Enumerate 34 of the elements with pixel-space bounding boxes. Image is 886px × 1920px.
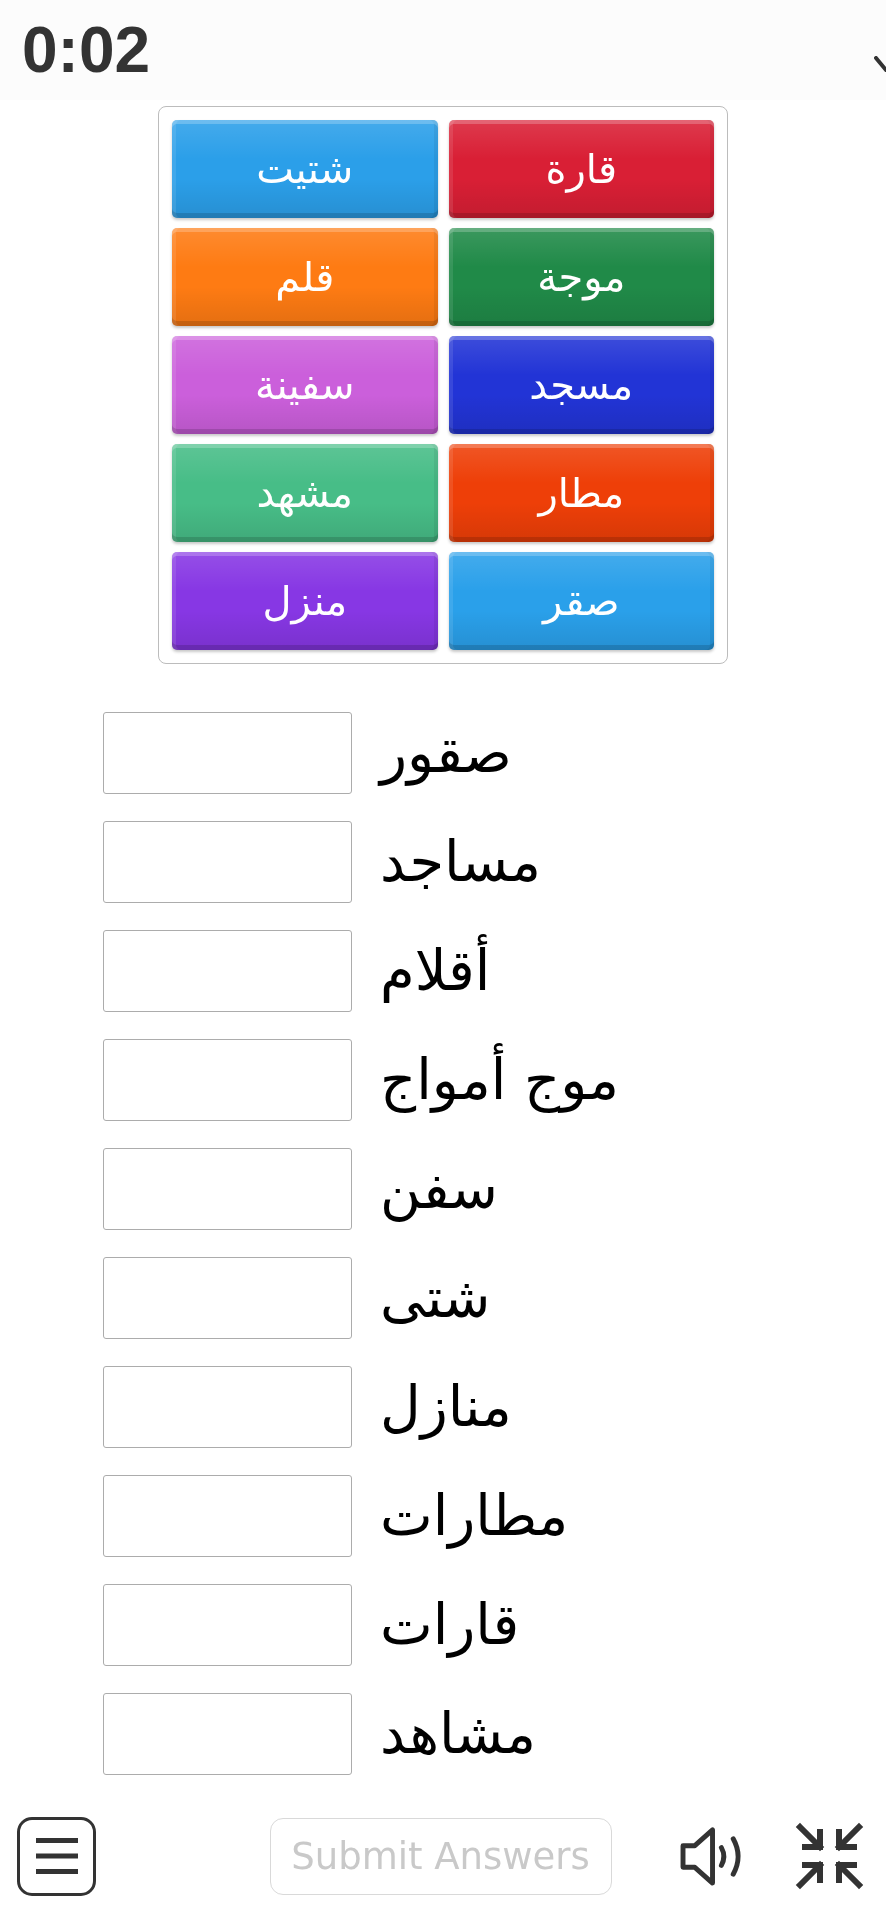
word-tile[interactable]: موجة bbox=[448, 228, 714, 326]
word-label: سفن bbox=[380, 1155, 498, 1224]
word-tile[interactable]: مسجد bbox=[448, 336, 714, 434]
word-label: مطارات bbox=[380, 1482, 569, 1551]
answer-box[interactable] bbox=[103, 821, 352, 903]
word-label: موج أمواج bbox=[380, 1045, 620, 1115]
word-label: شتى bbox=[380, 1264, 491, 1332]
menu-button[interactable] bbox=[17, 1816, 96, 1896]
answer-box[interactable] bbox=[103, 930, 352, 1012]
word-tile[interactable]: سفينة bbox=[172, 336, 438, 434]
collapse-icon[interactable] bbox=[795, 1822, 864, 1890]
answer-box[interactable] bbox=[103, 1257, 352, 1339]
answer-box[interactable] bbox=[103, 1148, 352, 1230]
word-tile[interactable]: منزل bbox=[172, 552, 438, 650]
word-tile[interactable]: مشهد bbox=[172, 444, 438, 542]
answer-box[interactable] bbox=[103, 712, 352, 794]
answer-box[interactable] bbox=[103, 1039, 352, 1121]
word-label: قارات bbox=[380, 1591, 520, 1660]
word-label: منازل bbox=[380, 1373, 512, 1442]
word-tile[interactable]: شتيت bbox=[172, 120, 438, 218]
word-label: أقلام bbox=[380, 936, 491, 1006]
word-tile[interactable]: قارة bbox=[448, 120, 714, 218]
word-tile[interactable]: مطار bbox=[448, 444, 714, 542]
word-tile[interactable]: صقر bbox=[448, 552, 714, 650]
answer-box[interactable] bbox=[103, 1693, 352, 1775]
menu-icon bbox=[35, 1838, 78, 1874]
word-label: مشاهد bbox=[380, 1700, 536, 1768]
word-tile[interactable]: قلم bbox=[172, 228, 438, 326]
chevron-icon[interactable] bbox=[874, 56, 886, 74]
answer-box[interactable] bbox=[103, 1584, 352, 1666]
word-label: مساجد bbox=[380, 828, 542, 896]
timer: 0:02 bbox=[22, 18, 151, 82]
answer-box[interactable] bbox=[103, 1475, 352, 1557]
answer-box[interactable] bbox=[103, 1366, 352, 1448]
